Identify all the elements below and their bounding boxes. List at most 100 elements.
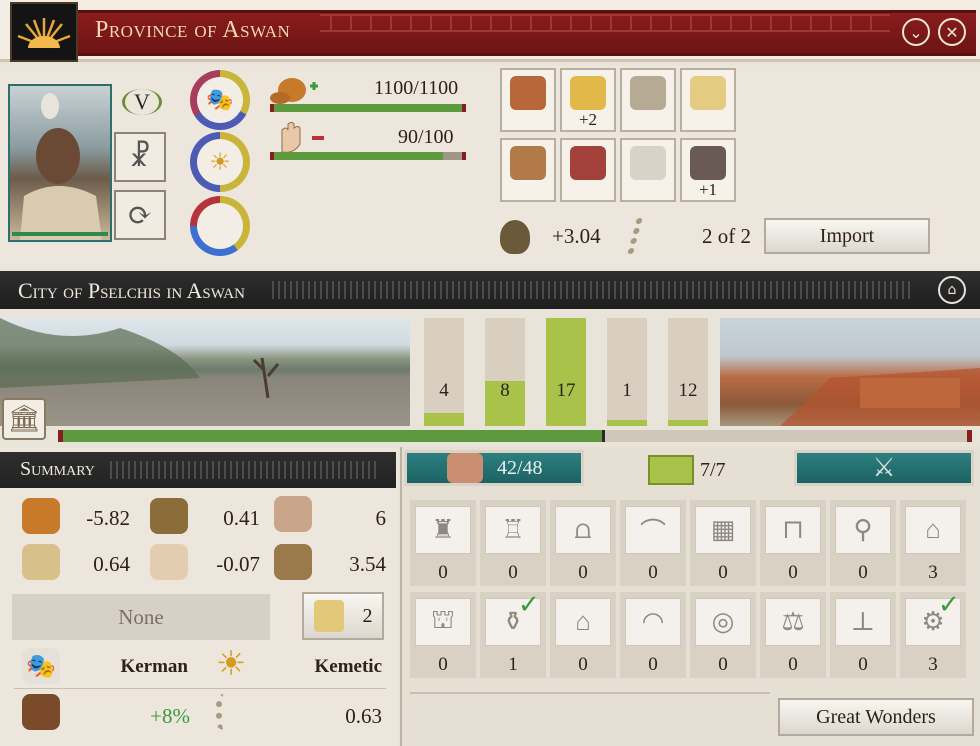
building-count: 0 xyxy=(858,562,868,583)
resource-spices[interactable] xyxy=(560,138,616,202)
province-title: Province of Aswan xyxy=(95,17,291,43)
building-count: 0 xyxy=(718,562,728,583)
building-count: 0 xyxy=(858,654,868,675)
pop-value: 1 xyxy=(622,380,632,401)
justice-statue-icon: ⚖ xyxy=(765,598,821,646)
food-icon xyxy=(270,72,320,106)
city-details-button[interactable]: ⌂ xyxy=(938,276,966,304)
religion-ring[interactable]: ☀ xyxy=(190,132,250,192)
food-value: -5.82 xyxy=(86,506,130,530)
pop-class-tribesmen[interactable]: 1 xyxy=(607,318,647,426)
resource-iron[interactable]: +1 xyxy=(680,138,736,202)
bridge-icon: ⌒ xyxy=(625,506,681,554)
trade-routes: 2 of 2 xyxy=(702,224,751,248)
collapse-button[interactable]: ⌄ xyxy=(902,18,930,46)
greek-key-ornament xyxy=(110,461,380,479)
culture-value: Kerman xyxy=(120,656,188,677)
resource-amphora[interactable] xyxy=(500,68,556,132)
city-landscape-image xyxy=(0,318,410,426)
resource-papyrus[interactable] xyxy=(680,68,736,132)
building-granary[interactable]: ⚱ 1 ✓ xyxy=(480,590,546,678)
resource-cattle[interactable] xyxy=(620,138,676,202)
sun-emblem-icon xyxy=(10,2,78,62)
building-slave-market[interactable]: ⊥ 0 xyxy=(830,592,896,678)
order-bar xyxy=(270,152,466,160)
population-value: 6 xyxy=(375,506,387,530)
replace-governor-button[interactable]: ⟳ xyxy=(114,190,166,240)
holdings-button[interactable]: 2 xyxy=(302,592,384,640)
checkmark-icon: ✓ xyxy=(938,590,960,619)
pop-class-slaves[interactable]: 12 xyxy=(668,318,708,426)
building-court[interactable]: ⚖ 0 xyxy=(760,592,826,678)
building-count: 0 xyxy=(788,654,798,675)
training-dummy-icon: ⚲ xyxy=(835,506,891,554)
resource-stone[interactable] xyxy=(620,68,676,132)
building-count: 0 xyxy=(438,654,448,675)
close-button[interactable]: ✕ xyxy=(938,18,966,46)
order-value: -0.07 xyxy=(216,552,260,576)
resource-grain[interactable]: +2 xyxy=(560,68,616,132)
building-count: 0 xyxy=(648,562,658,583)
great-wonders-label: Great Wonders xyxy=(816,705,936,728)
building-basilica[interactable]: ⌂ 0 xyxy=(550,592,616,678)
tab-building-slots[interactable]: 7/7 xyxy=(590,450,790,490)
tab-slots-label: 7/7 xyxy=(700,458,726,481)
building-aqueduct[interactable]: ⩍ 0 xyxy=(550,500,616,586)
building-watchtower[interactable]: ♜ 0 xyxy=(410,500,476,586)
building-count: 0 xyxy=(578,562,588,583)
building-training-ground[interactable]: ⚲ 0 xyxy=(830,500,896,586)
building-bridge[interactable]: ⌒ 0 xyxy=(620,500,686,586)
tools-icon xyxy=(274,544,312,580)
governor-portrait[interactable] xyxy=(8,84,112,242)
building-count: 3 xyxy=(928,654,938,675)
watchtower-icon: ♜ xyxy=(415,506,471,554)
stone-blocks-icon xyxy=(630,76,666,110)
building-theater[interactable]: ◠ 0 xyxy=(620,592,686,678)
building-count: 0 xyxy=(578,654,588,675)
great-wonders-button[interactable]: Great Wonders xyxy=(778,698,974,736)
tab-population[interactable]: 42/48 xyxy=(404,450,584,486)
pop-class-nobles[interactable]: 4 xyxy=(424,318,464,426)
governor-label: None xyxy=(118,604,164,629)
tax-value: 0.41 xyxy=(223,506,260,530)
temple-icon[interactable]: 🏛 xyxy=(2,398,46,440)
building-market[interactable]: ⊓ 0 xyxy=(760,500,826,586)
market-stall-icon: ⊓ xyxy=(765,506,821,554)
pop-value: 8 xyxy=(500,380,510,401)
sun-icon: ☀ xyxy=(215,646,247,683)
culture-ring[interactable]: 🎭 xyxy=(190,70,250,130)
tab-military[interactable]: ⚔ xyxy=(794,450,974,486)
food-bar xyxy=(270,104,466,112)
greek-key-ornament xyxy=(272,281,912,299)
pop-class-freemen[interactable]: 17 xyxy=(546,318,586,426)
grain-icon xyxy=(570,76,606,110)
city-progress-fill xyxy=(63,430,606,442)
theater-icon: ◠ xyxy=(625,598,681,646)
building-icon: ⌂ xyxy=(947,282,957,298)
divider xyxy=(410,692,770,694)
pop-level-fill xyxy=(424,413,464,426)
road-value: 0.63 xyxy=(345,704,382,728)
coins-icon xyxy=(150,498,188,534)
building-lighthouse[interactable]: ♖ 0 xyxy=(480,500,546,586)
arena-icon: ◎ xyxy=(695,598,751,646)
population-classes: 4 8 17 1 12 xyxy=(424,318,708,426)
building-count: 3 xyxy=(928,562,938,583)
order-stat-value: 90/100 xyxy=(398,126,454,148)
resource-grid: +2 +1 xyxy=(500,68,740,206)
governor-slot[interactable]: None xyxy=(12,594,270,640)
greek-key-ornament xyxy=(320,14,890,32)
amphora-icon xyxy=(510,76,546,110)
building-fortification[interactable]: ⛫ 0 xyxy=(410,592,476,678)
orator-button[interactable]: ☧ xyxy=(114,132,166,182)
population-ring[interactable] xyxy=(190,196,250,256)
building-library[interactable]: ▦ 0 xyxy=(690,500,756,586)
order-bar-fill xyxy=(274,152,444,160)
building-temple[interactable]: ⌂ 3 xyxy=(900,500,966,586)
pop-class-citizens[interactable]: 8 xyxy=(485,318,525,426)
building-count: 0 xyxy=(508,562,518,583)
import-button[interactable]: Import xyxy=(764,218,930,254)
building-mill[interactable]: ⚙ 3 ✓ xyxy=(900,590,966,678)
resource-deer[interactable] xyxy=(500,138,556,202)
building-arena[interactable]: ◎ 0 xyxy=(690,592,756,678)
